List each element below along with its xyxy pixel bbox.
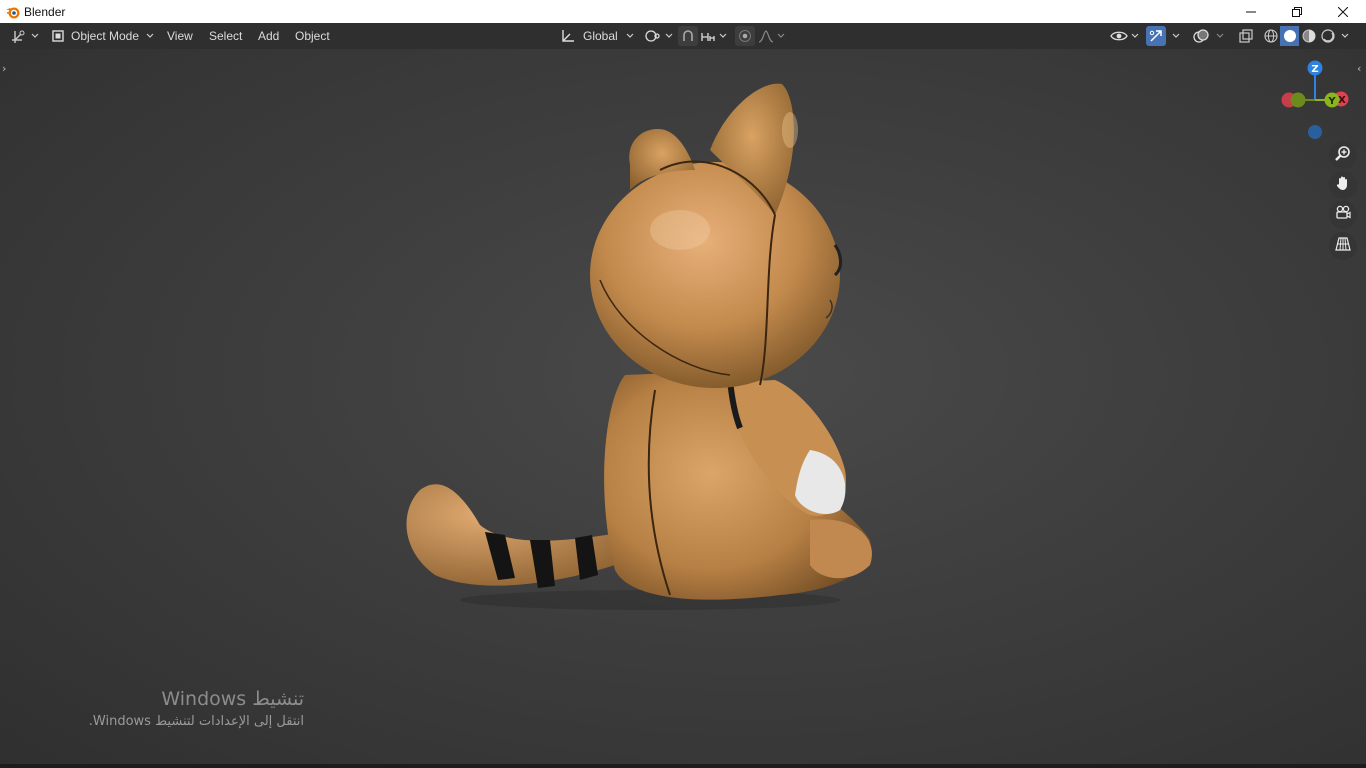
chevron-down-icon: [146, 33, 154, 39]
gizmo-neg-y-icon: [1290, 92, 1306, 108]
gizmo-neg-z-icon: [1308, 125, 1322, 139]
gizmo-toggle[interactable]: [1146, 26, 1166, 46]
gizmo-toggle-icon: [1149, 29, 1163, 43]
zoom-button[interactable]: [1329, 141, 1357, 169]
toolbar-expand-icon[interactable]: ›: [2, 62, 6, 75]
shading-mode-group: [1261, 26, 1349, 46]
chevron-down-icon: [31, 33, 39, 39]
chevron-down-icon[interactable]: [1341, 33, 1349, 39]
gizmo-y-label: Y: [1327, 96, 1336, 107]
pan-button[interactable]: [1329, 171, 1357, 199]
window-title: Blender: [24, 4, 66, 19]
gizmo-dropdown[interactable]: [1169, 26, 1180, 46]
xray-toggle[interactable]: [1237, 26, 1255, 46]
minimize-icon[interactable]: [1228, 0, 1274, 23]
pan-hand-icon: [1335, 175, 1351, 195]
windows-activation-title: تنشيط Windows: [161, 688, 304, 710]
viewport-header: Object Mode View Select Add Object Globa…: [0, 23, 1366, 49]
camera-view-button[interactable]: [1329, 201, 1357, 229]
transform-orientation-label: Global: [583, 29, 618, 43]
chevron-down-icon: [1216, 33, 1224, 39]
transform-orientation-dropdown[interactable]: Global: [560, 26, 634, 46]
sidebar-expand-icon[interactable]: ‹: [1357, 62, 1361, 75]
snap-target-dropdown[interactable]: [700, 26, 727, 46]
chevron-down-icon: [777, 33, 785, 39]
overlay-dropdown[interactable]: [1213, 26, 1224, 46]
falloff-dropdown[interactable]: [758, 26, 785, 46]
menu-select[interactable]: Select: [203, 26, 248, 46]
window-titlebar: Blender: [0, 0, 1366, 23]
chevron-down-icon: [719, 33, 727, 39]
mode-label: Object Mode: [71, 29, 140, 43]
material-preview-icon[interactable]: [1299, 26, 1318, 46]
editor-type-button[interactable]: [10, 26, 39, 46]
proportional-edit-icon: [738, 29, 752, 43]
zoom-icon: [1335, 145, 1351, 165]
close-icon[interactable]: [1320, 0, 1366, 23]
pivot-point-dropdown[interactable]: [644, 26, 673, 46]
editor-type-icon: [10, 28, 28, 44]
ortho-grid-icon: [1335, 236, 1351, 256]
wireframe-icon[interactable]: [1261, 26, 1280, 46]
blender-logo-icon: [5, 4, 21, 20]
chevron-down-icon: [1131, 33, 1139, 39]
menu-object[interactable]: Object: [289, 26, 336, 46]
chevron-down-icon: [1172, 33, 1180, 39]
visibility-dropdown[interactable]: [1110, 26, 1139, 46]
pivot-point-icon: [644, 28, 662, 44]
snap-toggle[interactable]: [678, 26, 698, 46]
navigation-gizmo[interactable]: Z Y X: [1276, 56, 1356, 142]
proportional-edit-toggle[interactable]: [735, 26, 755, 46]
snap-icon: [681, 29, 695, 43]
ortho-toggle-button[interactable]: [1329, 232, 1357, 260]
xray-toggle-icon: [1239, 29, 1253, 43]
object-mode-icon: [51, 29, 65, 43]
overlay-icon: [1192, 28, 1210, 44]
eye-visibility-icon: [1110, 29, 1128, 43]
chevron-down-icon: [626, 33, 634, 39]
windows-activation-subtitle: انتقل إلى الإعدادات لتنشيط Windows.: [88, 714, 304, 729]
rendered-icon[interactable]: [1318, 26, 1337, 46]
menu-add[interactable]: Add: [252, 26, 285, 46]
snap-increment-icon: [700, 29, 716, 43]
menu-view[interactable]: View: [161, 26, 199, 46]
status-bar: [0, 764, 1366, 768]
camera-view-icon: [1335, 205, 1351, 225]
gizmo-z-label: Z: [1311, 64, 1318, 75]
falloff-curve-icon: [758, 29, 774, 43]
cat-3d-model[interactable]: [380, 70, 900, 615]
mode-dropdown[interactable]: Object Mode: [47, 26, 158, 46]
overlay-toggle[interactable]: [1192, 26, 1210, 46]
solid-icon[interactable]: [1280, 26, 1299, 46]
transform-orientation-icon: [560, 28, 576, 44]
restore-icon[interactable]: [1274, 0, 1320, 23]
gizmo-x-label: X: [1338, 95, 1346, 106]
chevron-down-icon: [665, 33, 673, 39]
